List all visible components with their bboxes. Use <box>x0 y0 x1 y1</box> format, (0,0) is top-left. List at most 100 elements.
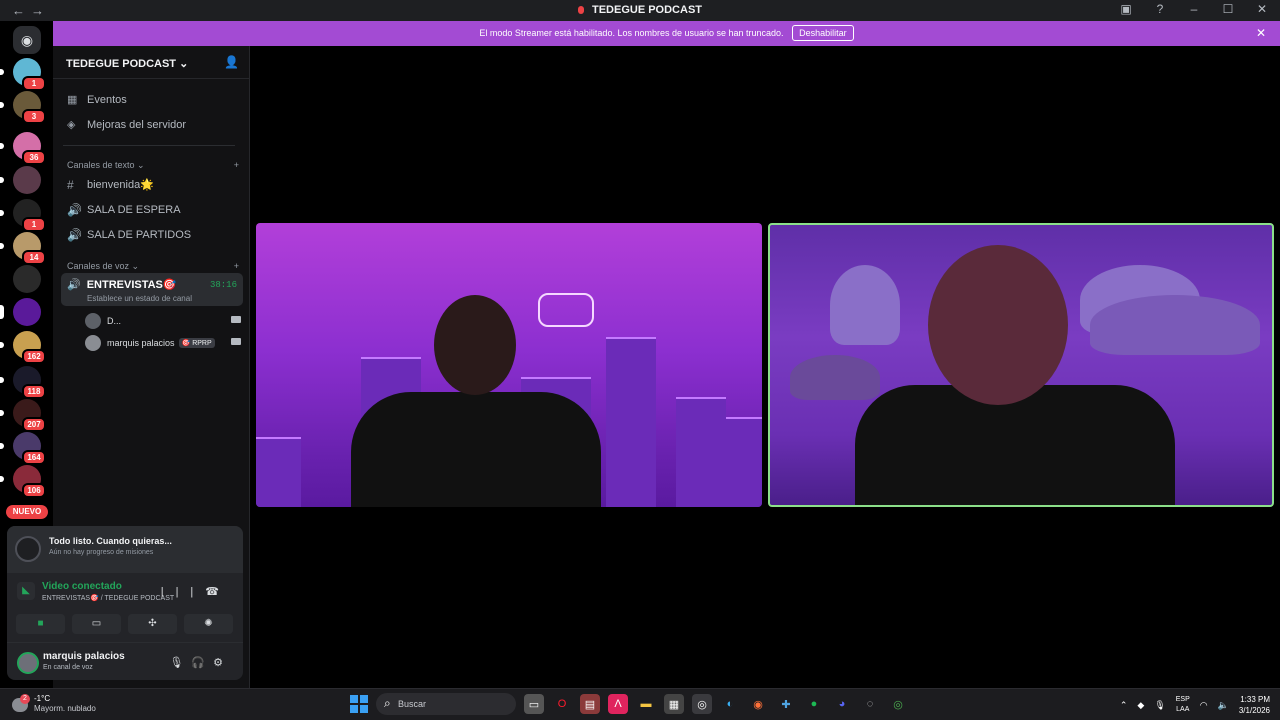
server-icon[interactable] <box>0 298 41 326</box>
edge-icon[interactable]: ◐ <box>720 694 740 714</box>
app-icon[interactable]: ◌ <box>860 694 880 714</box>
language-indicator[interactable]: ESP LAA <box>1176 695 1190 715</box>
volume-icon[interactable]: 🔈 <box>1218 700 1229 711</box>
boost-icon: ◈ <box>67 119 76 131</box>
server-icon[interactable]: 1 <box>0 58 46 91</box>
neon-robot-sign <box>538 293 594 327</box>
camera-icon <box>231 338 241 345</box>
disconnect-icon[interactable]: ☎ <box>205 586 231 598</box>
channel-item[interactable]: 🔊 SALA DE ESPERA <box>53 197 249 222</box>
server-icon[interactable]: 1 <box>0 199 46 232</box>
taskbar-search[interactable]: Buscar <box>376 693 516 715</box>
windows-start-icon[interactable] <box>350 695 368 713</box>
window-title: TEDEGUE PODCAST <box>591 4 702 16</box>
server-icon[interactable]: 162 <box>0 331 46 364</box>
firefox-icon[interactable]: ◉ <box>748 694 768 714</box>
app-icon[interactable]: ▤ <box>580 694 600 714</box>
avatar <box>85 335 101 351</box>
boosts-item[interactable]: ◈ Mejoras del servidor <box>53 112 249 137</box>
signal-icon[interactable]: ◣ <box>17 582 35 600</box>
spotify-icon[interactable]: ● <box>804 694 824 714</box>
video-stage <box>251 46 1280 688</box>
clock[interactable]: 1:33 PM 3/1/2026 <box>1239 694 1270 716</box>
minimize-button[interactable]: – <box>1184 2 1204 16</box>
weather-widget[interactable]: 2 -1°C Mayorm. nublado <box>12 694 96 713</box>
inbox-icon[interactable]: ▣ <box>1116 2 1136 16</box>
app-icon[interactable]: ✚ <box>776 694 796 714</box>
close-window-button[interactable]: ✕ <box>1252 2 1272 16</box>
server-icon[interactable]: 14 <box>0 232 46 265</box>
discord-home-icon[interactable]: ◉ <box>13 26 41 54</box>
current-user: marquis palacios En canal de voz 🎙🎧⚙ <box>7 642 243 680</box>
wifi-icon[interactable]: ◠ <box>1200 700 1208 711</box>
headphones-icon[interactable]: 🎧 <box>191 657 213 669</box>
discord-icon[interactable]: ◕ <box>832 694 852 714</box>
avatar[interactable] <box>17 652 39 674</box>
opera-icon[interactable]: O <box>552 694 572 714</box>
chevron-down-icon: ⌄ <box>179 58 189 70</box>
speaker-icon: 🔊 <box>67 279 81 291</box>
server-icon[interactable] <box>13 265 41 293</box>
streamer-message: El modo Streamer está habilitado. Los no… <box>479 28 784 38</box>
speaker-icon: 🔊 <box>67 202 82 217</box>
new-badge[interactable]: NUEVO <box>6 505 48 519</box>
voice-user[interactable]: D... <box>53 310 249 332</box>
app-icon[interactable]: Λ <box>608 694 628 714</box>
invite-icon[interactable]: 👤 <box>224 55 239 69</box>
divider <box>63 145 235 146</box>
mic-icon[interactable]: 🎙 <box>169 657 191 669</box>
add-channel-icon[interactable]: + <box>234 261 239 273</box>
events-item[interactable]: ▦ Eventos <box>53 87 249 112</box>
server-icon[interactable]: 207 <box>0 399 46 432</box>
server-icon[interactable]: 36 <box>0 132 46 165</box>
active-voice-channel[interactable]: 🔊 ENTREVISTAS🎯 Establece un estado de can… <box>61 273 243 306</box>
window-titlebar: ←→ TEDEGUE PODCAST ▣ ? – ☐ ✕ <box>0 0 1280 21</box>
chrome-icon[interactable]: ◎ <box>692 694 712 714</box>
video-tile[interactable] <box>256 223 762 507</box>
tray-app-icon[interactable]: ◆ <box>1137 700 1144 711</box>
calendar-icon: ▦ <box>67 94 78 106</box>
windows-taskbar: 2 -1°C Mayorm. nublado Buscar ▭ O ▤ Λ ▬ … <box>0 688 1280 720</box>
server-header[interactable]: TEDEGUE PODCAST ⌄ 👤 <box>53 46 249 79</box>
channel-item[interactable]: 🔊 SALA DE PARTIDOS <box>53 222 249 247</box>
camera-icon <box>231 316 241 323</box>
mic-icon <box>577 6 584 14</box>
hash-icon: # <box>67 177 74 192</box>
server-icon[interactable]: 164 <box>0 432 46 465</box>
avatar <box>85 313 101 329</box>
add-channel-icon[interactable]: + <box>234 160 239 172</box>
user-tag: 🎯 RPRP <box>178 338 215 348</box>
streamer-mode-banner: El modo Streamer está habilitado. Los no… <box>53 21 1280 46</box>
camera-button[interactable]: ■ <box>16 614 65 634</box>
close-icon[interactable]: ✕ <box>1256 21 1266 46</box>
gear-icon[interactable]: ⚙ <box>213 657 231 669</box>
category-text[interactable]: Canales de texto ⌄ + <box>53 154 249 172</box>
store-icon[interactable]: ▦ <box>664 694 684 714</box>
video-tile-speaking[interactable] <box>768 223 1274 507</box>
category-voice[interactable]: Canales de voz ⌄ + <box>53 255 249 273</box>
task-view-icon[interactable]: ▭ <box>524 694 544 714</box>
chevron-up-icon[interactable]: ⌃ <box>1120 700 1128 711</box>
folder-icon[interactable]: ▬ <box>636 694 656 714</box>
participant-video <box>855 385 1175 505</box>
screen-share-button[interactable]: ▭ <box>72 614 121 634</box>
voice-connection: ◣ Video conectado ENTREVISTAS🎯 / TEDEGUE… <box>7 573 243 609</box>
server-icon[interactable]: 118 <box>0 366 46 399</box>
participant-video <box>351 392 601 507</box>
server-icon[interactable]: 3 <box>0 91 46 124</box>
voice-user[interactable]: marquis palacios 🎯 RPRP <box>53 332 249 354</box>
server-icon[interactable] <box>0 166 41 194</box>
channel-item[interactable]: # bienvenida🌟 <box>53 172 249 197</box>
noise-suppression-icon[interactable]: ||| <box>161 586 206 598</box>
help-icon[interactable]: ? <box>1150 2 1170 16</box>
disable-streamer-button[interactable]: Deshabilitar <box>792 25 854 41</box>
activities-button[interactable]: ✣ <box>128 614 177 634</box>
maximize-button[interactable]: ☐ <box>1218 2 1238 16</box>
soundboard-button[interactable]: ✺ <box>184 614 233 634</box>
quest-progress[interactable]: Todo listo. Cuando quieras... Aún no hay… <box>7 526 243 573</box>
mic-icon[interactable]: 🎙 <box>1154 700 1165 711</box>
channel-status[interactable]: Establece un estado de canal <box>87 294 237 303</box>
chrome-icon[interactable]: ◎ <box>888 694 908 714</box>
server-icon[interactable]: 106 <box>0 465 46 498</box>
user-panel: Todo listo. Cuando quieras... Aún no hay… <box>7 526 243 680</box>
